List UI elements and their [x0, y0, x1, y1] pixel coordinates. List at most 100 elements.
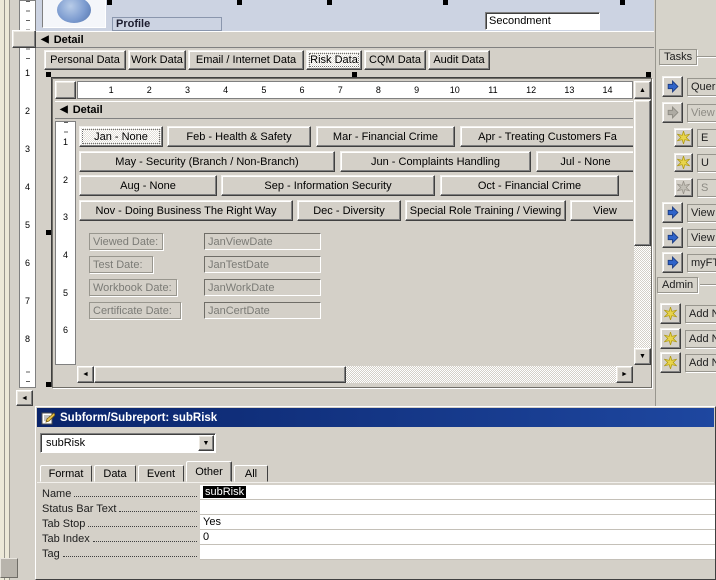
selection-handle[interactable] [237, 0, 242, 5]
leader-dots [62, 556, 197, 557]
go-arrow-icon[interactable] [662, 227, 683, 248]
property-tab-index-value[interactable]: 0 [200, 530, 715, 545]
horizontal-scrollbar-thumb[interactable] [94, 366, 346, 383]
horizontal-scrollbar-track[interactable]: ◄ ► [77, 366, 633, 383]
month-button-aug[interactable]: Aug - None [79, 175, 217, 196]
property-name-value[interactable]: subRisk [200, 485, 715, 500]
viewed-date-label[interactable]: Viewed Date: [89, 233, 163, 250]
ruler-number: 14 [588, 85, 627, 95]
image-placeholder-icon [57, 0, 91, 23]
subform-detail-bar[interactable]: ◀ Detail [55, 101, 633, 119]
tab-event[interactable]: Event [138, 465, 184, 482]
tab-data[interactable]: Data [94, 465, 136, 482]
vertical-scrollbar-thumb[interactable] [634, 100, 651, 246]
admin-add-field[interactable]: Add N [685, 305, 716, 323]
ruler-number: 2 [20, 105, 35, 143]
task-view-field[interactable]: View [687, 229, 716, 247]
selection-handle[interactable] [46, 230, 51, 235]
star-icon[interactable] [660, 303, 681, 324]
month-button-jun[interactable]: Jun - Complaints Handling [340, 151, 531, 172]
selection-handle[interactable] [352, 72, 357, 77]
view-button[interactable]: View [570, 200, 633, 221]
property-row-tag[interactable]: Tag [40, 545, 715, 560]
go-arrow-icon[interactable] [662, 252, 683, 273]
ruler-number: 4 [20, 181, 35, 219]
selection-handle[interactable] [620, 0, 625, 5]
property-tab-stop-value[interactable]: Yes [200, 515, 715, 530]
certificate-date-textbox[interactable]: JanCertDate [204, 302, 321, 319]
task-e-field[interactable]: E [697, 129, 716, 147]
object-selector-combobox[interactable]: subRisk ▼ [40, 433, 216, 453]
task-u-field[interactable]: U [697, 154, 716, 172]
secondment-textbox[interactable]: Secondment [485, 12, 600, 30]
month-button-feb[interactable]: Feb - Health & Safety [167, 126, 311, 147]
month-button-jul[interactable]: Jul - None [536, 151, 633, 172]
viewed-date-textbox[interactable]: JanViewDate [204, 233, 321, 250]
test-date-textbox[interactable]: JanTestDate [204, 256, 321, 273]
admin-add-field[interactable]: Add N [685, 354, 716, 372]
star-icon[interactable] [660, 352, 681, 373]
month-button-may[interactable]: May - Security (Branch / Non-Branch) [79, 151, 335, 172]
tab-cqm-data[interactable]: CQM Data [364, 50, 426, 70]
tasks-group-line [697, 56, 716, 58]
selection-handle[interactable] [327, 0, 332, 5]
selection-handle[interactable] [646, 72, 651, 77]
go-arrow-icon[interactable] [662, 76, 683, 97]
go-arrow-icon[interactable] [662, 202, 683, 223]
task-query-field[interactable]: Quer [687, 78, 716, 96]
special-role-button[interactable]: Special Role Training / Viewing [405, 200, 566, 221]
month-button-jan[interactable]: Jan - None [79, 126, 163, 147]
tab-email-internet-data[interactable]: Email / Internet Data [188, 50, 304, 70]
tab-format[interactable]: Format [40, 465, 92, 482]
workbook-date-label[interactable]: Workbook Date: [89, 279, 177, 296]
month-button-sep[interactable]: Sep - Information Security [221, 175, 435, 196]
selection-handle[interactable] [46, 382, 51, 387]
certificate-date-label[interactable]: Certificate Date: [89, 302, 181, 319]
month-button-apr[interactable]: Apr - Treating Customers Fa [460, 126, 633, 147]
tab-audit-data[interactable]: Audit Data [428, 50, 490, 70]
month-button-oct[interactable]: Oct - Financial Crime [440, 175, 619, 196]
tab-personal-data[interactable]: Personal Data [44, 50, 126, 70]
property-sheet-titlebar[interactable]: Subform/Subreport: subRisk [37, 408, 714, 427]
task-view-field[interactable]: View [687, 204, 716, 222]
workbook-date-textbox[interactable]: JanWorkDate [204, 279, 321, 296]
month-button-mar[interactable]: Mar - Financial Crime [316, 126, 455, 147]
property-row-status-bar-text[interactable]: Status Bar Text [40, 500, 715, 515]
scrollbar-corner [55, 366, 76, 383]
scroll-left-icon[interactable]: ◄ [16, 390, 33, 406]
scroll-left-icon[interactable]: ◄ [77, 366, 94, 383]
tab-work-data[interactable]: Work Data [128, 50, 186, 70]
scroll-down-icon[interactable]: ▼ [634, 348, 651, 365]
vertical-scrollbar-track[interactable] [634, 100, 651, 348]
month-button-dec[interactable]: Dec - Diversity [297, 200, 401, 221]
test-date-label[interactable]: Test Date: [89, 256, 153, 273]
ruler-number: 5 [20, 219, 35, 257]
subform-vertical-ruler: 123456 [55, 121, 76, 365]
property-row-name[interactable]: Name subRisk [40, 485, 715, 500]
ruler-number: 8 [359, 85, 398, 95]
profile-label[interactable]: Profile [112, 17, 222, 31]
property-tag-value[interactable] [200, 545, 715, 560]
task-myft-field[interactable]: myFT [687, 254, 716, 272]
ruler-number: 3 [20, 143, 35, 181]
scroll-right-icon[interactable]: ► [616, 366, 633, 383]
selection-handle[interactable] [443, 0, 448, 5]
tab-all[interactable]: All [234, 465, 268, 482]
property-row-tab-stop[interactable]: Tab Stop Yes [40, 515, 715, 530]
detail-section-bar[interactable]: ◀ Detail [36, 31, 654, 48]
star-icon[interactable] [674, 153, 693, 172]
dropdown-arrow-icon[interactable]: ▼ [198, 435, 214, 451]
property-row-tab-index[interactable]: Tab Index 0 [40, 530, 715, 545]
ruler-number: 3 [168, 85, 207, 95]
selection-handle[interactable] [46, 72, 51, 77]
selection-handle[interactable] [107, 0, 112, 5]
property-status-bar-text-value[interactable] [200, 500, 715, 515]
star-icon[interactable] [660, 328, 681, 349]
admin-add-field[interactable]: Add N [685, 330, 716, 348]
tab-risk-data[interactable]: Risk Data [306, 50, 362, 70]
star-icon[interactable] [674, 128, 693, 147]
image-control[interactable] [42, 0, 106, 28]
tab-other[interactable]: Other [186, 461, 232, 482]
month-button-nov[interactable]: Nov - Doing Business The Right Way [79, 200, 293, 221]
scroll-up-icon[interactable]: ▲ [634, 81, 651, 99]
